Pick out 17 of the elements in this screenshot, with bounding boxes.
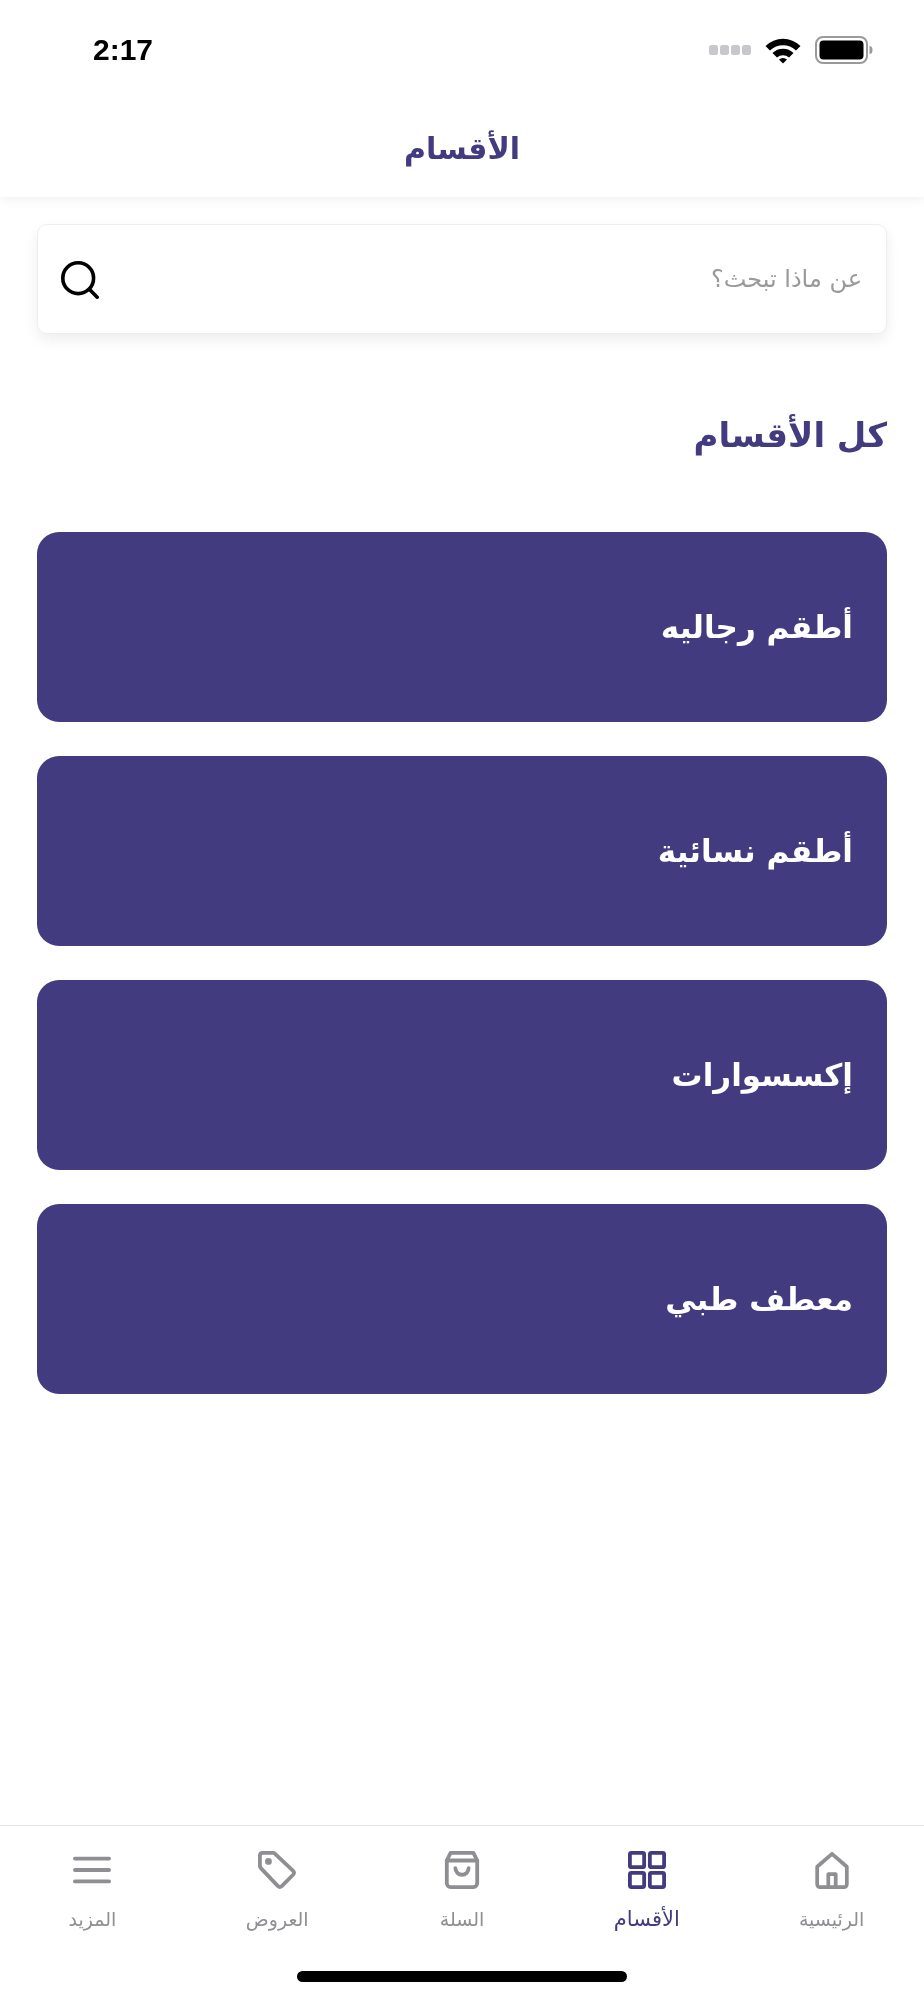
- wifi-icon: [765, 36, 801, 64]
- battery-icon: [815, 36, 873, 64]
- page-title: الأقسام: [403, 131, 520, 166]
- home-icon: [812, 1851, 851, 1889]
- category-card[interactable]: إكسسوارات: [37, 980, 887, 1170]
- category-card[interactable]: معطف طبي: [37, 1204, 887, 1394]
- shopping-bag-icon: [443, 1851, 481, 1889]
- search-icon[interactable]: [61, 261, 99, 299]
- category-card[interactable]: أطقم نسائية: [37, 756, 887, 946]
- tab-bar-item[interactable]: الأقسام: [613, 1826, 680, 1931]
- status-time: 2:17: [93, 33, 154, 67]
- tag-icon: [258, 1851, 297, 1889]
- grid-icon: [627, 1851, 666, 1889]
- section-heading: كل الأقسام: [692, 413, 887, 458]
- category-card[interactable]: أطقم رجاليه: [37, 532, 887, 722]
- search-field[interactable]: عن ماذا تبحث؟: [37, 224, 887, 334]
- signal-dots-icon: [709, 45, 751, 55]
